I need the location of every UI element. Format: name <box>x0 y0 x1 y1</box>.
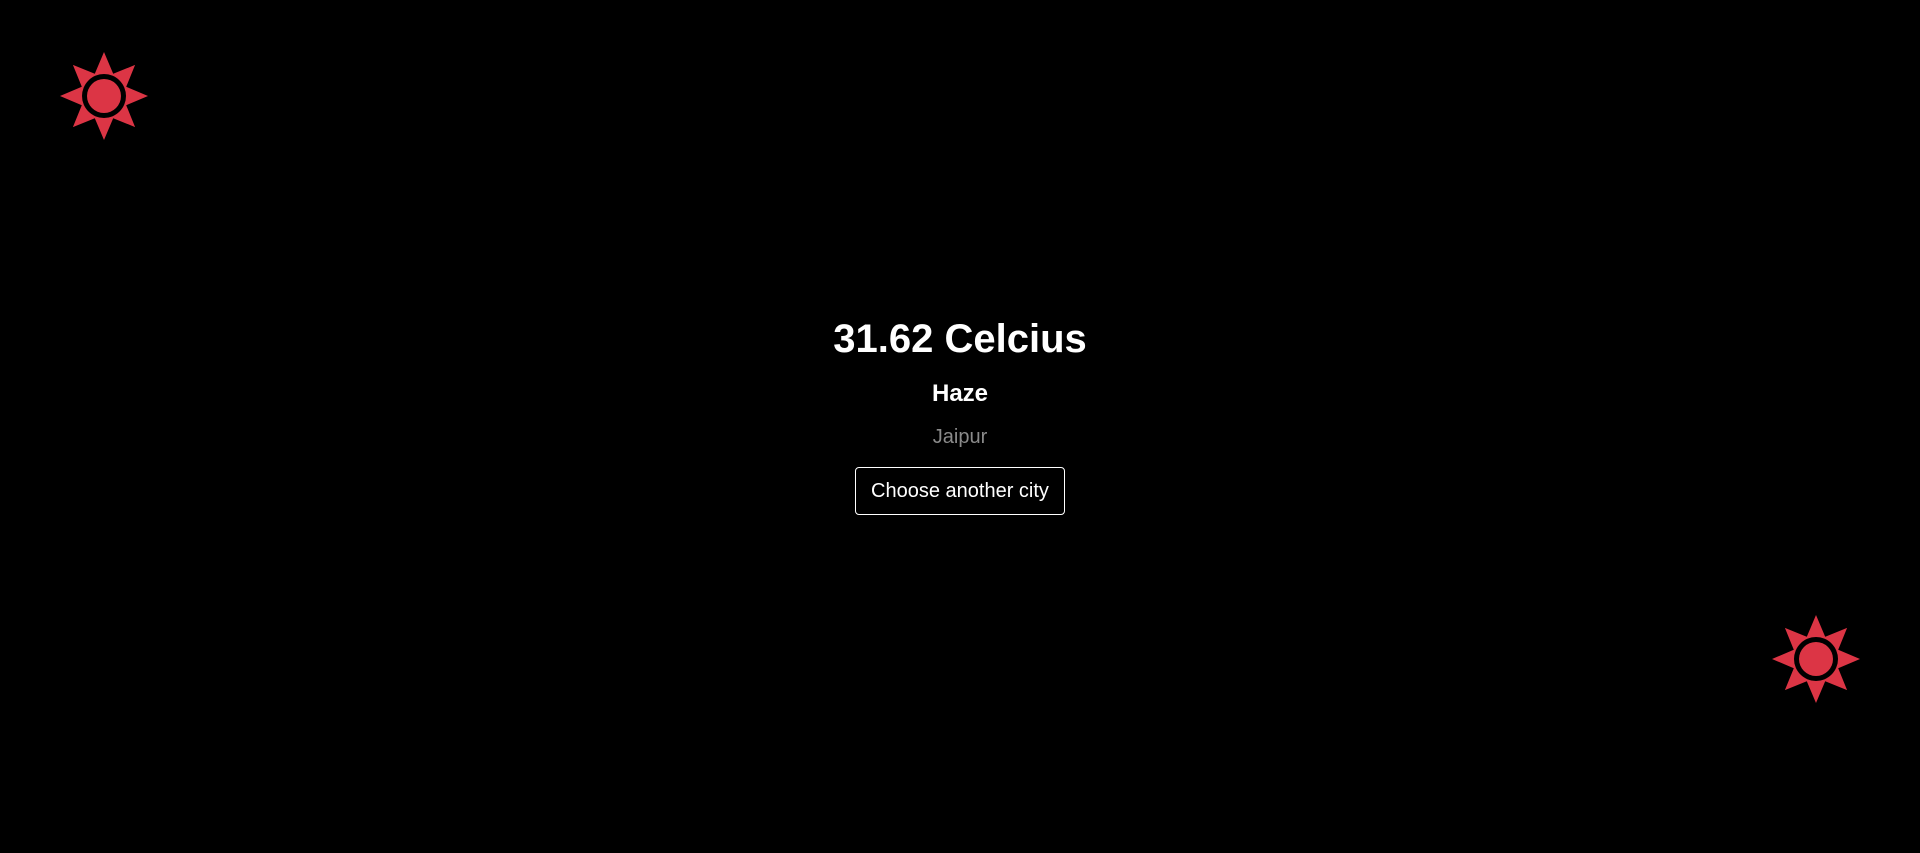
weather-condition: Haze <box>931 380 989 407</box>
sun-icon <box>58 50 150 142</box>
choose-another-city-button[interactable]: Choose another city <box>855 467 1065 515</box>
sun-icon <box>1770 613 1862 705</box>
temperature-reading: 31.62 Celcius <box>833 317 1087 361</box>
weather-card: 31.62 Celcius Haze Jaipur Choose another… <box>0 310 1920 515</box>
city-name: Jaipur <box>932 426 988 448</box>
weather-page: 31.62 Celcius Haze Jaipur Choose another… <box>0 0 1920 853</box>
